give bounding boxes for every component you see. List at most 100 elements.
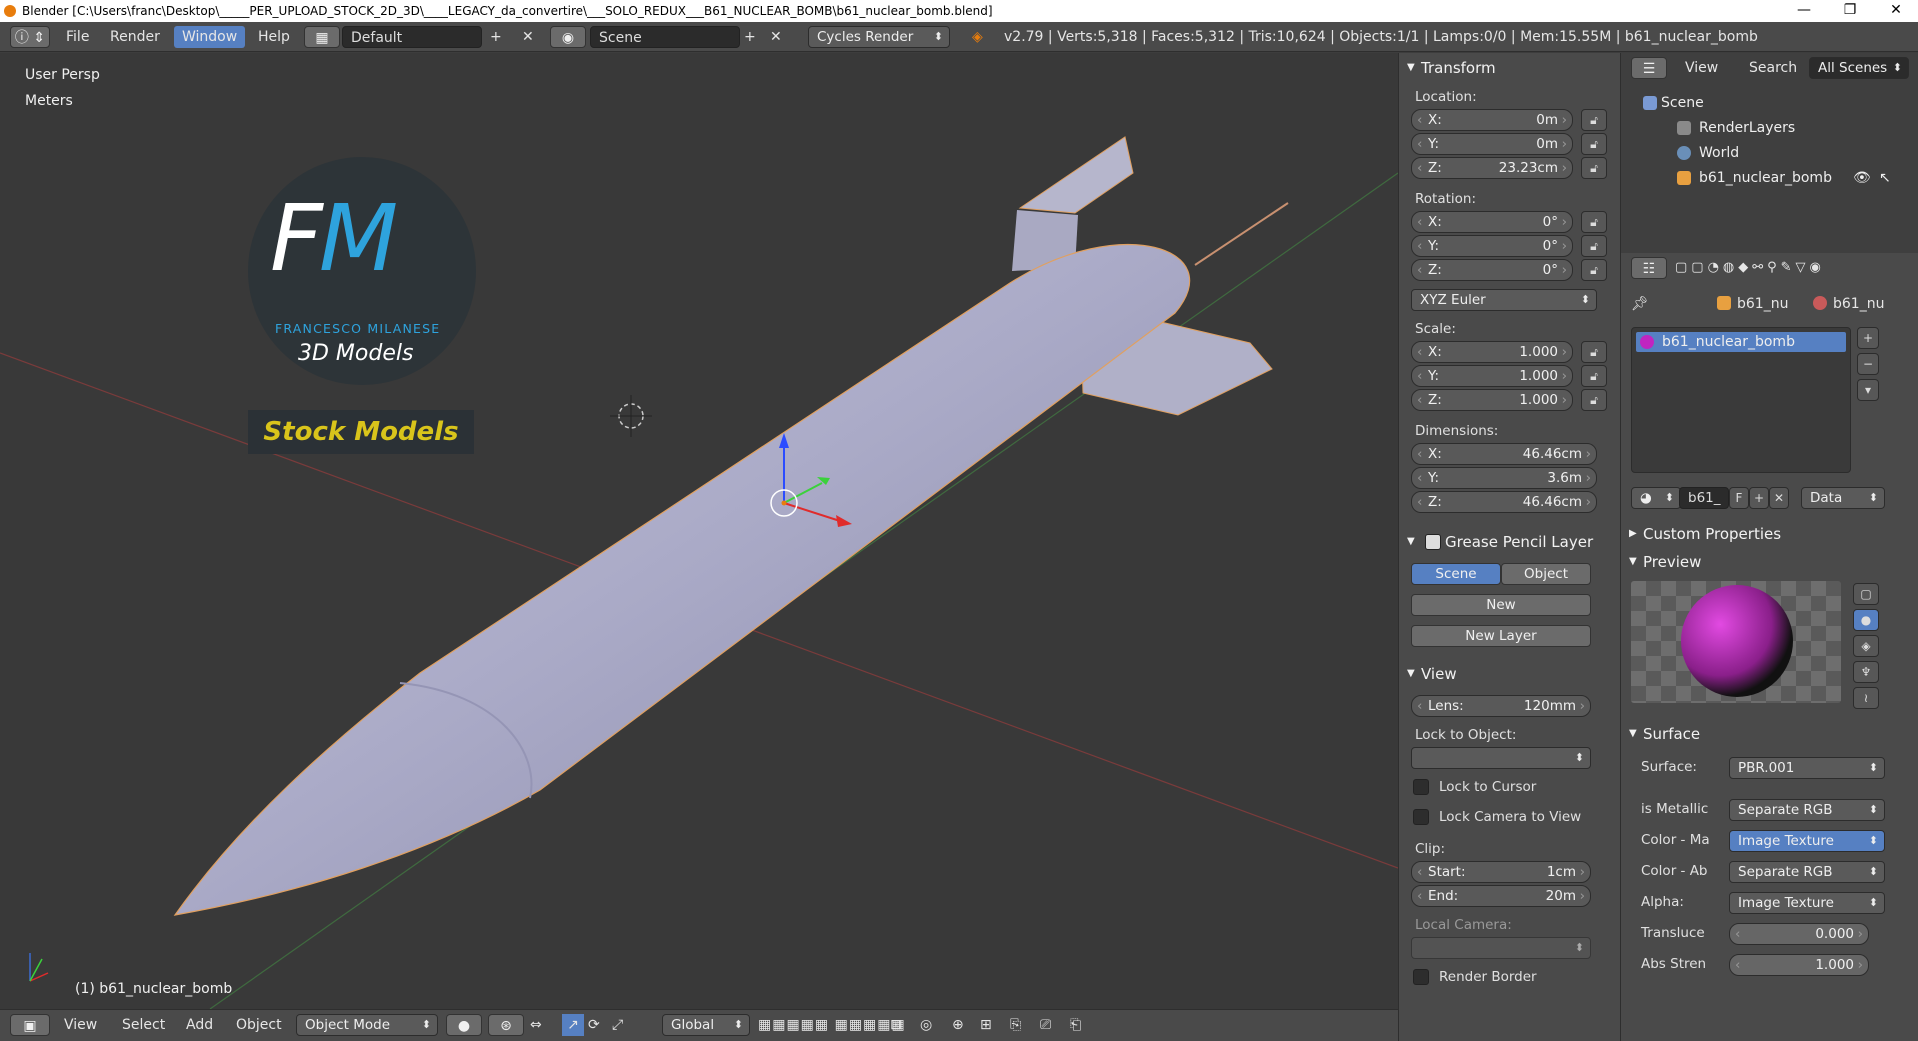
shading-icon[interactable]: ● <box>446 1014 482 1036</box>
transform-panel-header[interactable]: Transform <box>1399 57 1496 79</box>
layers-icon[interactable]: ▦▦▦▦▦ ▦▦▦▦▦ <box>758 1014 906 1036</box>
metallic-input-select[interactable]: Separate RGB <box>1729 799 1885 821</box>
fake-user-button[interactable]: F <box>1729 487 1749 509</box>
outliner-type-icon[interactable]: ☰ <box>1631 57 1667 79</box>
preview-monkey-icon[interactable]: ♆ <box>1853 661 1879 683</box>
menu-add[interactable]: Add <box>178 1014 221 1036</box>
scale-icon[interactable]: ⤢ <box>612 1014 623 1036</box>
scene-icon[interactable]: ◉ <box>550 26 586 48</box>
rotation-mode-select[interactable]: XYZ Euler <box>1411 289 1597 311</box>
color-ab-input-select[interactable]: Separate RGB <box>1729 861 1885 883</box>
pivot-icon[interactable]: ⊛ <box>488 1014 524 1036</box>
render-still-icon[interactable]: ⎘ <box>1010 1014 1021 1036</box>
lock-icon[interactable]: 🔓︎ <box>1581 133 1607 155</box>
location-z-field[interactable]: Z: 23.23cm <box>1411 157 1573 179</box>
abs-strength-field[interactable]: 1.000 <box>1729 954 1869 976</box>
orientation-select[interactable]: Global <box>662 1014 750 1036</box>
grease-scene-button[interactable]: Scene <box>1411 563 1501 585</box>
rotation-y-field[interactable]: Y: 0° <box>1411 235 1573 257</box>
editor-type-3d-icon[interactable]: ▣ <box>10 1014 50 1036</box>
dimension-y-field[interactable]: Y: 3.6m <box>1411 467 1597 489</box>
preview-hair-icon[interactable]: ≀ <box>1853 687 1879 709</box>
menu-view[interactable]: View <box>56 1014 105 1036</box>
location-x-field[interactable]: X: 0m <box>1411 109 1573 131</box>
outliner-search-menu[interactable]: Search <box>1741 57 1805 79</box>
render-border-checkbox[interactable] <box>1413 969 1429 985</box>
new-material-icon[interactable]: + <box>1749 487 1769 509</box>
screen-layout-icon[interactable]: ▦ <box>304 26 340 48</box>
link-data-select[interactable]: Data <box>1801 487 1885 509</box>
material-slot-list[interactable]: b61_nuclear_bomb <box>1631 327 1851 473</box>
color-ma-input-select[interactable]: Image Texture <box>1729 830 1885 852</box>
minimize-button[interactable]: — <box>1782 0 1826 22</box>
screen-layout-field[interactable]: Default <box>342 26 482 48</box>
remove-scene-icon[interactable]: ✕ <box>770 26 782 48</box>
add-slot-icon[interactable]: + <box>1857 327 1879 349</box>
snap-icon[interactable]: ⊕ <box>952 1014 964 1036</box>
outliner-item-bomb[interactable]: b61_nuclear_bomb <box>1699 168 1832 188</box>
scene-field[interactable]: Scene <box>590 26 740 48</box>
lock-object-field[interactable] <box>1411 747 1591 769</box>
menu-render[interactable]: Render <box>102 26 168 48</box>
menu-select[interactable]: Select <box>114 1014 173 1036</box>
add-scene-icon[interactable]: + <box>744 26 756 48</box>
grease-object-button[interactable]: Object <box>1501 563 1591 585</box>
editor-type-info-icon[interactable]: ⓘ ⇕ <box>10 26 50 48</box>
3d-viewport[interactable]: User Persp Meters (1) b61_nuclear_bomb F… <box>0 53 1398 1009</box>
lock-icon[interactable]: 🔓︎ <box>1581 389 1607 411</box>
lock-icon[interactable]: 🔓︎ <box>1581 365 1607 387</box>
add-screen-icon[interactable]: + <box>490 26 502 48</box>
dimension-z-field[interactable]: Z: 46.46cm <box>1411 491 1597 513</box>
preview-sphere-icon[interactable]: ● <box>1853 609 1879 631</box>
menu-file[interactable]: File <box>58 26 97 48</box>
grease-new-button[interactable]: New <box>1411 594 1591 616</box>
clip-end-field[interactable]: End: 20m <box>1411 885 1591 907</box>
clapper-icon[interactable]: ⎗ <box>1070 1014 1081 1036</box>
menu-window[interactable]: Window <box>174 26 246 48</box>
scale-y-field[interactable]: Y: 1.000 <box>1411 365 1573 387</box>
outliner-item-world[interactable]: World <box>1699 143 1739 163</box>
scale-z-field[interactable]: Z: 1.000 <box>1411 389 1573 411</box>
preview-cube-icon[interactable]: ◈ <box>1853 635 1879 657</box>
grease-new-layer-button[interactable]: New Layer <box>1411 625 1591 647</box>
lock-cursor-checkbox[interactable] <box>1413 779 1429 795</box>
manipulator-icon[interactable]: ⇔ <box>530 1014 542 1036</box>
lock-icon[interactable]: 🔓︎ <box>1581 211 1607 233</box>
grease-pencil-checkbox[interactable] <box>1425 534 1441 550</box>
preview-flat-icon[interactable]: ▢ <box>1853 583 1879 605</box>
material-browse-icon[interactable]: ◕ <box>1631 487 1681 509</box>
lock-icon[interactable]: 🔓︎ <box>1581 341 1607 363</box>
layer-lock-icon[interactable]: ⊡ <box>890 1014 902 1036</box>
lock-icon[interactable]: 🔓︎ <box>1581 235 1607 257</box>
render-engine-select[interactable]: Cycles Render <box>808 26 950 48</box>
clip-start-field[interactable]: Start: 1cm <box>1411 861 1591 883</box>
surface-panel-header[interactable]: Surface <box>1621 723 1700 745</box>
custom-properties-header[interactable]: Custom Properties <box>1621 523 1781 545</box>
remove-screen-icon[interactable]: ✕ <box>522 26 534 48</box>
surface-shader-select[interactable]: PBR.001 <box>1729 757 1885 779</box>
translate-icon[interactable]: ↗ <box>562 1014 584 1036</box>
rotation-z-field[interactable]: Z: 0° <box>1411 259 1573 281</box>
menu-help[interactable]: Help <box>250 26 298 48</box>
maximize-button[interactable]: ❐ <box>1828 0 1872 22</box>
material-name-field[interactable]: b61_ <box>1679 487 1729 509</box>
proportional-icon[interactable]: ◎ <box>920 1014 932 1036</box>
scale-x-field[interactable]: X: 1.000 <box>1411 341 1573 363</box>
mode-select[interactable]: Object Mode <box>296 1014 438 1036</box>
outliner-item-renderlayers[interactable]: RenderLayers <box>1699 118 1795 138</box>
visibility-eye-icon[interactable]: 👁︎ <box>1853 168 1871 188</box>
alpha-input-select[interactable]: Image Texture <box>1729 892 1885 914</box>
properties-type-icon[interactable]: ☷ <box>1631 257 1667 279</box>
local-camera-field[interactable] <box>1411 937 1591 959</box>
lock-icon[interactable]: 🔓︎ <box>1581 109 1607 131</box>
outliner-view-menu[interactable]: View <box>1677 57 1726 79</box>
pin-icon[interactable]: 📌︎ <box>1631 293 1649 315</box>
lock-icon[interactable]: 🔓︎ <box>1581 157 1607 179</box>
slot-menu-icon[interactable]: ▾ <box>1857 379 1879 401</box>
render-anim-icon[interactable]: ⎚ <box>1040 1014 1051 1036</box>
selectable-cursor-icon[interactable]: ↖ <box>1879 168 1891 188</box>
menu-object[interactable]: Object <box>228 1014 290 1036</box>
dimension-x-field[interactable]: X: 46.46cm <box>1411 443 1597 465</box>
outliner-item-scene[interactable]: Scene <box>1661 93 1704 113</box>
rotation-x-field[interactable]: X: 0° <box>1411 211 1573 233</box>
